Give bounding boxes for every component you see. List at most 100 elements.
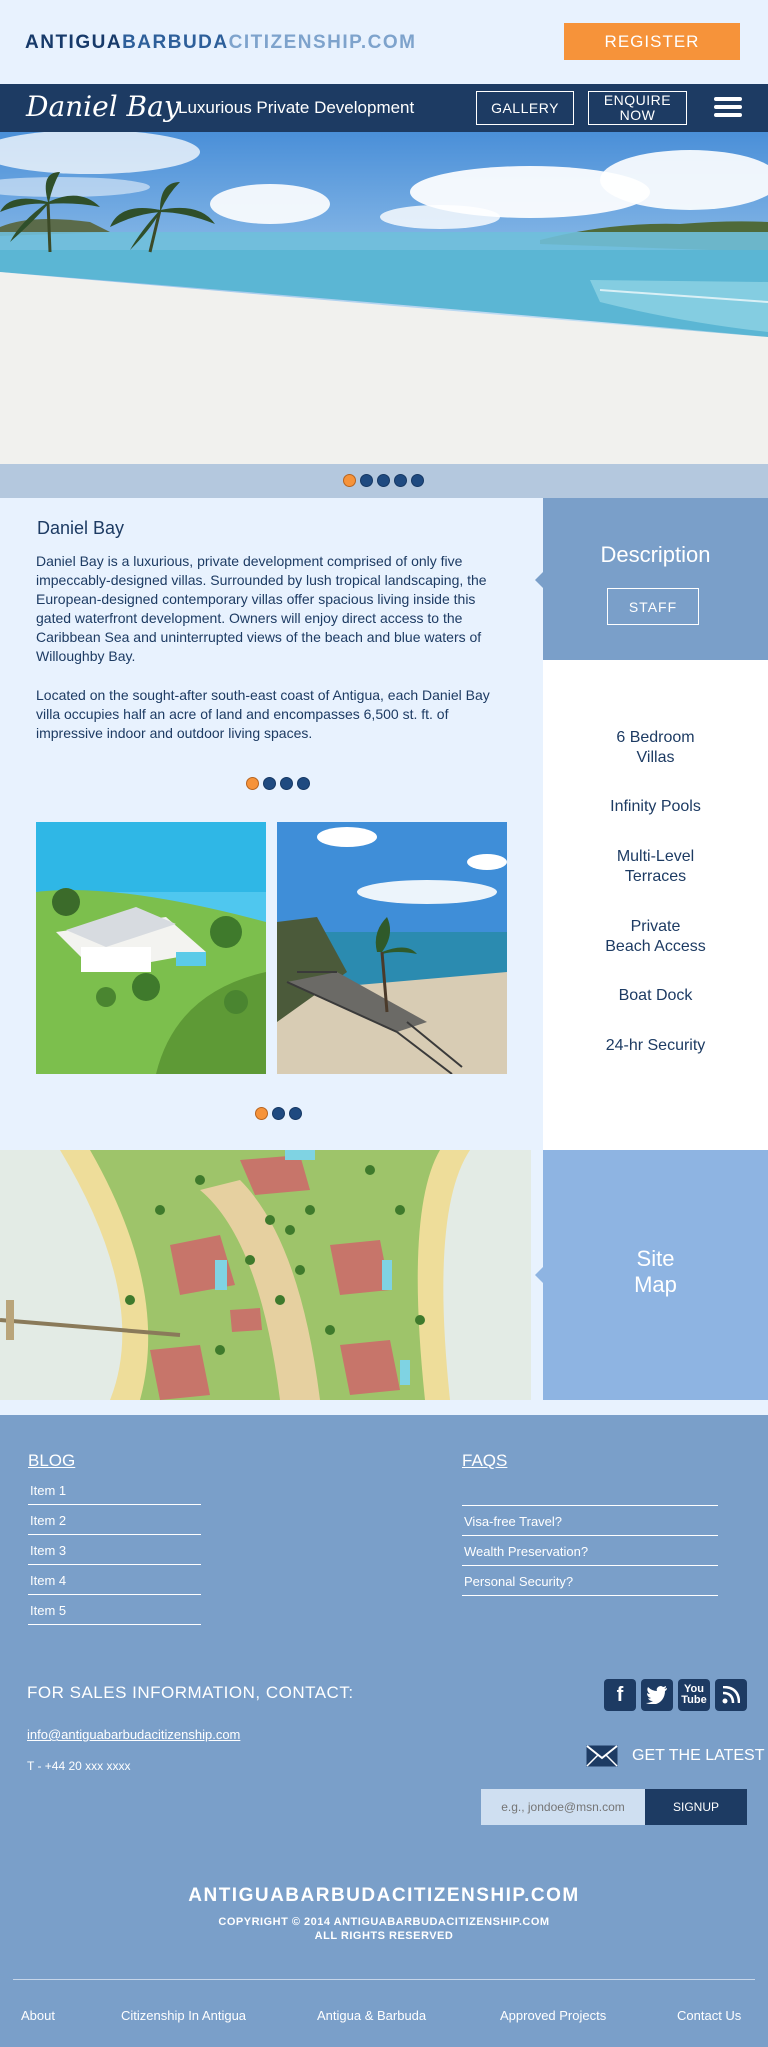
- feature-line: 24-hr Security: [605, 1037, 706, 1054]
- copyright: COPYRIGHT © 2014 ANTIGUABARBUDACITIZENSH…: [0, 1915, 768, 1943]
- hamburger-icon[interactable]: [714, 97, 742, 119]
- get-the-latest: GET THE LATEST: [586, 1745, 764, 1767]
- brand-part-barbuda: BARBUDA: [122, 32, 229, 53]
- brand-part-citizenship: CITIZENSHIP.COM: [228, 32, 417, 53]
- contact-phone: T - +44 20 xxx xxxx: [27, 1759, 131, 1773]
- description-panel: Description STAFF: [535, 498, 768, 668]
- blog-heading[interactable]: BLOG: [28, 1451, 75, 1471]
- blog-item[interactable]: Item 1: [28, 1475, 201, 1505]
- site-map-line: Site: [636, 1246, 675, 1271]
- project-navbar: Daniel Bay Luxurious Private Development…: [0, 84, 768, 132]
- footer: BLOG Item 1 Item 2 Item 3 Item 4 Item 5 …: [0, 1415, 768, 2047]
- navbar-tagline: Luxurious Private Development: [178, 98, 415, 117]
- enquire-line1: ENQUIRE: [603, 92, 672, 108]
- copyright-line: ALL RIGHTS RESERVED: [314, 1930, 454, 1942]
- blog-item[interactable]: Item 5: [28, 1595, 201, 1625]
- photo-carousel-dots: [255, 1107, 302, 1120]
- twitter-icon[interactable]: [641, 1679, 673, 1711]
- copyright-line: COPYRIGHT © 2014 ANTIGUABARBUDACITIZENSH…: [218, 1916, 550, 1928]
- faq-item[interactable]: Wealth Preservation?: [462, 1536, 718, 1566]
- hero-dot-1[interactable]: [343, 474, 356, 487]
- feature-item: Private Beach Access: [543, 917, 768, 957]
- blog-list: Item 1 Item 2 Item 3 Item 4 Item 5: [28, 1475, 201, 1625]
- description-paragraph-1: Daniel Bay is a luxurious, private devel…: [36, 553, 487, 664]
- feature-item: 6 Bedroom Villas: [543, 728, 768, 768]
- hero-image-infinity-pool: [0, 132, 768, 464]
- hero-dot-3[interactable]: [377, 474, 390, 487]
- staff-button[interactable]: STAFF: [607, 588, 699, 625]
- site-map-panel[interactable]: Site Map: [535, 1150, 768, 1400]
- youtube-icon[interactable]: You Tube: [678, 1679, 710, 1711]
- get-the-latest-label: GET THE LATEST: [632, 1747, 765, 1764]
- faq-list: Visa-free Travel? Wealth Preservation? P…: [462, 1505, 718, 1596]
- content-title: Daniel Bay: [37, 518, 125, 538]
- photo-dot-2[interactable]: [272, 1107, 285, 1120]
- feature-item: Infinity Pools: [543, 797, 768, 817]
- footer-brand: ANTIGUABARBUDACITIZENSHIP.COM: [188, 1885, 580, 1906]
- footer-divider: [13, 1979, 755, 1980]
- blog-item[interactable]: Item 2: [28, 1505, 201, 1535]
- envelope-icon: [586, 1745, 618, 1767]
- text-carousel-dots: [246, 777, 310, 790]
- faq-item[interactable]: Personal Security?: [462, 1566, 718, 1596]
- feature-item: Boat Dock: [543, 986, 768, 1006]
- hero-dot-4[interactable]: [394, 474, 407, 487]
- footer-nav-contact-us[interactable]: Contact Us: [677, 2008, 741, 2023]
- panel-pointer-left: [535, 572, 543, 588]
- feature-line: Multi-Level: [616, 848, 695, 865]
- faq-item[interactable]: Visa-free Travel?: [462, 1506, 718, 1536]
- facebook-icon[interactable]: f: [604, 1679, 636, 1711]
- text-dot-3[interactable]: [280, 777, 293, 790]
- features-list: 6 Bedroom Villas Infinity Pools Multi-Lev…: [543, 660, 768, 1150]
- photo-dot-1[interactable]: [255, 1107, 268, 1120]
- enquire-line2: NOW: [619, 107, 656, 123]
- blog-item[interactable]: Item 3: [28, 1535, 201, 1565]
- feature-line: Boat Dock: [618, 987, 693, 1004]
- photo-dot-3[interactable]: [289, 1107, 302, 1120]
- sales-heading: FOR SALES INFORMATION, CONTACT:: [27, 1683, 354, 1702]
- description-panel-title[interactable]: Description: [543, 542, 768, 568]
- footer-nav-approved-projects[interactable]: Approved Projects: [500, 2008, 606, 2023]
- contact-email-link[interactable]: info@antiguabarbudacitizenship.com: [27, 1727, 240, 1742]
- gallery-button[interactable]: GALLERY: [476, 91, 574, 125]
- enquire-now-button[interactable]: ENQUIRE NOW: [588, 91, 687, 125]
- hero-dot-2[interactable]: [360, 474, 373, 487]
- sitemap-pointer-left: [535, 1267, 543, 1283]
- site-map-line: Map: [634, 1272, 677, 1297]
- signup-button[interactable]: SIGNUP: [645, 1789, 747, 1825]
- feature-item: Multi-Level Terraces: [543, 847, 768, 887]
- feature-line: Beach Access: [605, 938, 706, 955]
- footer-nav-citizenship-in-antigua[interactable]: Citizenship In Antigua: [121, 2008, 246, 2023]
- site-map-title: Site Map: [543, 1246, 768, 1298]
- youtube-line: Tube: [681, 1694, 707, 1706]
- footer-nav-about[interactable]: About: [21, 2008, 55, 2023]
- feature-line: Infinity Pools: [610, 798, 701, 815]
- top-bar: ANTIGUABARBUDACITIZENSHIP.COM REGISTER: [0, 0, 768, 84]
- rss-icon[interactable]: [715, 1679, 747, 1711]
- faqs-heading[interactable]: FAQS: [462, 1451, 507, 1471]
- description-content: Daniel Bay Daniel Bay is a luxurious, pr…: [0, 498, 543, 1150]
- site-map-illustration[interactable]: [0, 1150, 531, 1400]
- site-brand-link[interactable]: ANTIGUABARBUDACITIZENSHIP.COM: [25, 32, 417, 54]
- hero-carousel-dots: [0, 464, 768, 498]
- register-button[interactable]: REGISTER: [564, 23, 740, 60]
- beach-stairs-photo[interactable]: [277, 822, 507, 1074]
- text-dot-1[interactable]: [246, 777, 259, 790]
- feature-line: Terraces: [624, 868, 687, 885]
- hero-dot-5[interactable]: [411, 474, 424, 487]
- daniel-bay-logo[interactable]: Daniel Bay: [26, 90, 180, 123]
- feature-line: 6 Bedroom: [616, 729, 695, 746]
- footer-nav-antigua-barbuda[interactable]: Antigua & Barbuda: [317, 2008, 426, 2023]
- text-dot-4[interactable]: [297, 777, 310, 790]
- hero-dot-group: [343, 474, 424, 487]
- villa-aerial-photo[interactable]: [36, 822, 266, 1074]
- text-dot-2[interactable]: [263, 777, 276, 790]
- feature-item: 24-hr Security: [543, 1036, 768, 1056]
- social-icons: f You Tube: [604, 1679, 747, 1711]
- description-paragraph-2: Located on the sought-after south-east c…: [36, 687, 490, 741]
- blog-item[interactable]: Item 4: [28, 1565, 201, 1595]
- brand-part-antigua: ANTIGUA: [25, 32, 123, 53]
- feature-line: Villas: [636, 749, 675, 766]
- newsletter-email-input[interactable]: [481, 1789, 645, 1825]
- feature-line: Private: [630, 918, 681, 935]
